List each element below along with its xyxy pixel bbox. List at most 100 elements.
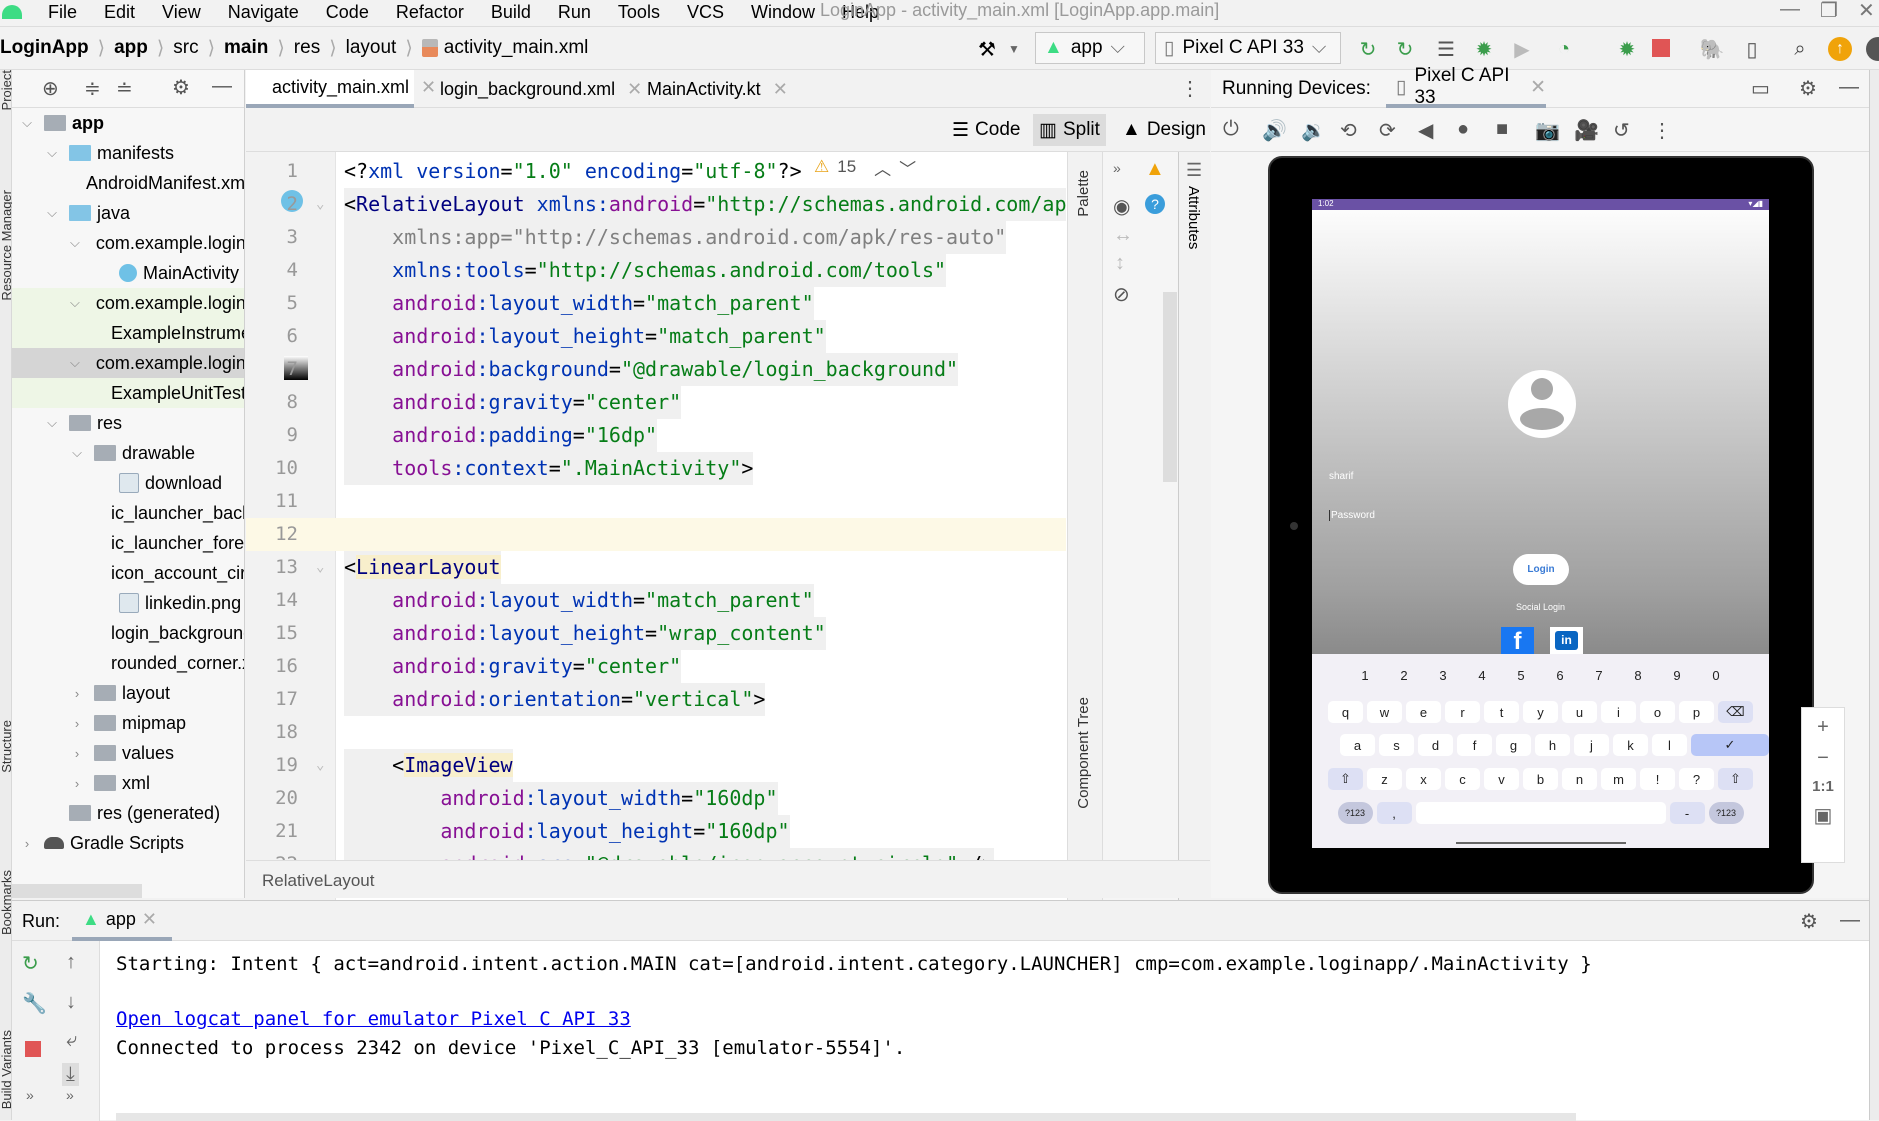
tree-item[interactable]: ⌵ app <box>12 108 244 138</box>
split-mode-button[interactable]: ▥ Split <box>1033 114 1106 146</box>
horizontal-resize-icon[interactable]: ↔ <box>1113 224 1133 247</box>
key[interactable]: , <box>1376 802 1412 824</box>
overview-icon[interactable]: ■ <box>1496 118 1508 141</box>
breadcrumb-item[interactable]: src <box>173 37 198 60</box>
tree-item[interactable]: › Gradle Scripts <box>12 828 244 858</box>
gradle-sync-icon[interactable]: 🐘 <box>1700 37 1725 61</box>
editor-tab[interactable]: activity_main.xml ✕ <box>246 70 436 108</box>
key[interactable]: t <box>1484 701 1519 723</box>
chevron-down-icon[interactable]: ▼ <box>1002 37 1026 61</box>
locate-icon[interactable]: ⊕ <box>42 76 59 101</box>
key[interactable]: y <box>1523 701 1558 723</box>
key[interactable]: i <box>1601 701 1636 723</box>
chevron-down-icon[interactable]: ⌵ <box>45 205 59 221</box>
home-icon[interactable]: ● <box>1457 118 1469 141</box>
breadcrumb-item[interactable]: activity_main.xml <box>444 37 589 60</box>
tree-item[interactable]: › xml <box>12 768 244 798</box>
search-icon[interactable]: ⌕ <box>1788 37 1812 61</box>
tree-item[interactable]: › values <box>12 738 244 768</box>
rotate-right-icon[interactable]: ⟳ <box>1379 118 1396 143</box>
more-icon[interactable]: » <box>26 1087 34 1103</box>
key[interactable]: h <box>1535 734 1570 756</box>
tree-item[interactable]: ExampleUnitTest <box>12 378 244 408</box>
tree-item[interactable]: ExampleInstrumentedTest <box>12 318 244 348</box>
key[interactable]: 6 <box>1543 664 1578 686</box>
editor-tab[interactable]: login_background.xml ✕ <box>414 70 642 108</box>
breadcrumb-item[interactable]: LoginApp <box>0 37 89 60</box>
key[interactable]: 3 <box>1426 664 1461 686</box>
rotate-left-icon[interactable]: ⟲ <box>1340 118 1357 143</box>
gear-icon[interactable]: ⚙ <box>1799 76 1817 101</box>
debug-attach-icon[interactable]: ✹ <box>1615 37 1639 61</box>
down-arrow-icon[interactable]: ↓ <box>66 991 76 1014</box>
key[interactable]: q <box>1328 701 1363 723</box>
key[interactable]: m <box>1601 768 1636 790</box>
key[interactable]: 0 <box>1699 664 1734 686</box>
design-mode-button[interactable]: ▲ Design <box>1116 114 1212 146</box>
key[interactable]: c <box>1445 768 1480 790</box>
key[interactable]: r <box>1445 701 1480 723</box>
editor-breadcrumb[interactable]: RelativeLayout <box>246 860 1210 898</box>
tree-item[interactable]: ⌵ drawable <box>12 438 244 468</box>
up-arrow-icon[interactable]: ↑ <box>66 951 76 974</box>
vertical-resize-icon[interactable]: ↕ <box>1115 252 1125 275</box>
chevron-right-icon[interactable]: › <box>70 716 84 731</box>
palette-tab[interactable]: Palette <box>1075 170 1092 217</box>
wrench-icon[interactable]: 🔧 <box>22 991 47 1016</box>
menu-view[interactable]: View <box>162 2 201 23</box>
more-icon[interactable]: » <box>66 1087 74 1103</box>
apply-changes-icon[interactable]: ↻ <box>1393 37 1417 61</box>
key[interactable] <box>1415 802 1666 824</box>
chevron-right-icon[interactable]: › <box>70 746 84 761</box>
chevron-right-icon[interactable]: › <box>70 686 84 701</box>
linkedin-login-icon[interactable]: in <box>1550 627 1583 654</box>
tree-item[interactable]: ic_launcher_background.xml <box>12 498 244 528</box>
key[interactable]: ⌫ <box>1718 701 1753 723</box>
key[interactable]: z <box>1367 768 1402 790</box>
key[interactable]: 2 <box>1387 664 1422 686</box>
key[interactable]: 4 <box>1465 664 1500 686</box>
window-mode-icon[interactable]: ▭ <box>1751 76 1770 101</box>
horizontal-scrollbar[interactable] <box>12 884 142 898</box>
tree-item[interactable]: res (generated) <box>12 798 244 828</box>
tree-item[interactable]: rounded_corner.xml <box>12 648 244 678</box>
chevron-down-icon[interactable]: ⌵ <box>45 145 59 161</box>
key[interactable]: s <box>1379 734 1414 756</box>
hide-icon[interactable]: — <box>212 75 232 98</box>
menu-refactor[interactable]: Refactor <box>396 2 464 23</box>
gear-icon[interactable]: ⚙ <box>1800 909 1818 934</box>
key[interactable]: 5 <box>1504 664 1539 686</box>
tree-item[interactable]: icon_account_circle.xml <box>12 558 244 588</box>
tree-item[interactable]: MainActivity <box>12 258 244 288</box>
profile-icon[interactable]: ◔ <box>1552 37 1576 61</box>
vertical-scrollbar[interactable] <box>1163 292 1177 482</box>
tree-item[interactable]: AndroidManifest.xml <box>12 168 244 198</box>
key[interactable]: ! <box>1640 768 1675 790</box>
previous-highlight-icon[interactable]: ︿ <box>874 155 891 180</box>
key[interactable]: v <box>1484 768 1519 790</box>
tree-item[interactable]: › mipmap <box>12 708 244 738</box>
chevron-down-icon[interactable]: ⌵ <box>70 235 80 251</box>
fold-icon[interactable]: ⌄ <box>316 551 324 584</box>
volume-up-icon[interactable]: 🔊 <box>1262 118 1287 143</box>
collapse-all-icon[interactable]: ≐ <box>116 76 133 101</box>
attach-debugger-icon[interactable]: ▶ <box>1510 37 1534 61</box>
restore-icon[interactable]: ❐ <box>1820 0 1838 23</box>
rerun-icon[interactable]: ↻ <box>22 951 39 976</box>
chevron-down-icon[interactable]: ⌵ <box>70 355 80 371</box>
close-tab-icon[interactable]: ✕ <box>773 79 788 100</box>
tree-item[interactable]: ⌵ manifests <box>12 138 244 168</box>
run-config-select[interactable]: ▲ app ⌵ <box>1035 32 1145 64</box>
chevron-down-icon[interactable]: ⌵ <box>70 445 84 461</box>
menu-navigate[interactable]: Navigate <box>228 2 299 23</box>
key[interactable]: l <box>1652 734 1687 756</box>
magnet-icon[interactable]: ⊘ <box>1113 282 1130 307</box>
run-tab-app[interactable]: ▲ app ✕ <box>72 901 172 941</box>
key[interactable]: w <box>1367 701 1402 723</box>
hide-icon[interactable]: — <box>1840 909 1860 932</box>
close-window-icon[interactable]: ✕ <box>1858 0 1875 23</box>
tree-item[interactable]: ic_launcher_foreground.xml <box>12 528 244 558</box>
key[interactable]: f <box>1457 734 1492 756</box>
key[interactable]: 7 <box>1582 664 1617 686</box>
more-icon[interactable]: ⋮ <box>1652 118 1672 143</box>
